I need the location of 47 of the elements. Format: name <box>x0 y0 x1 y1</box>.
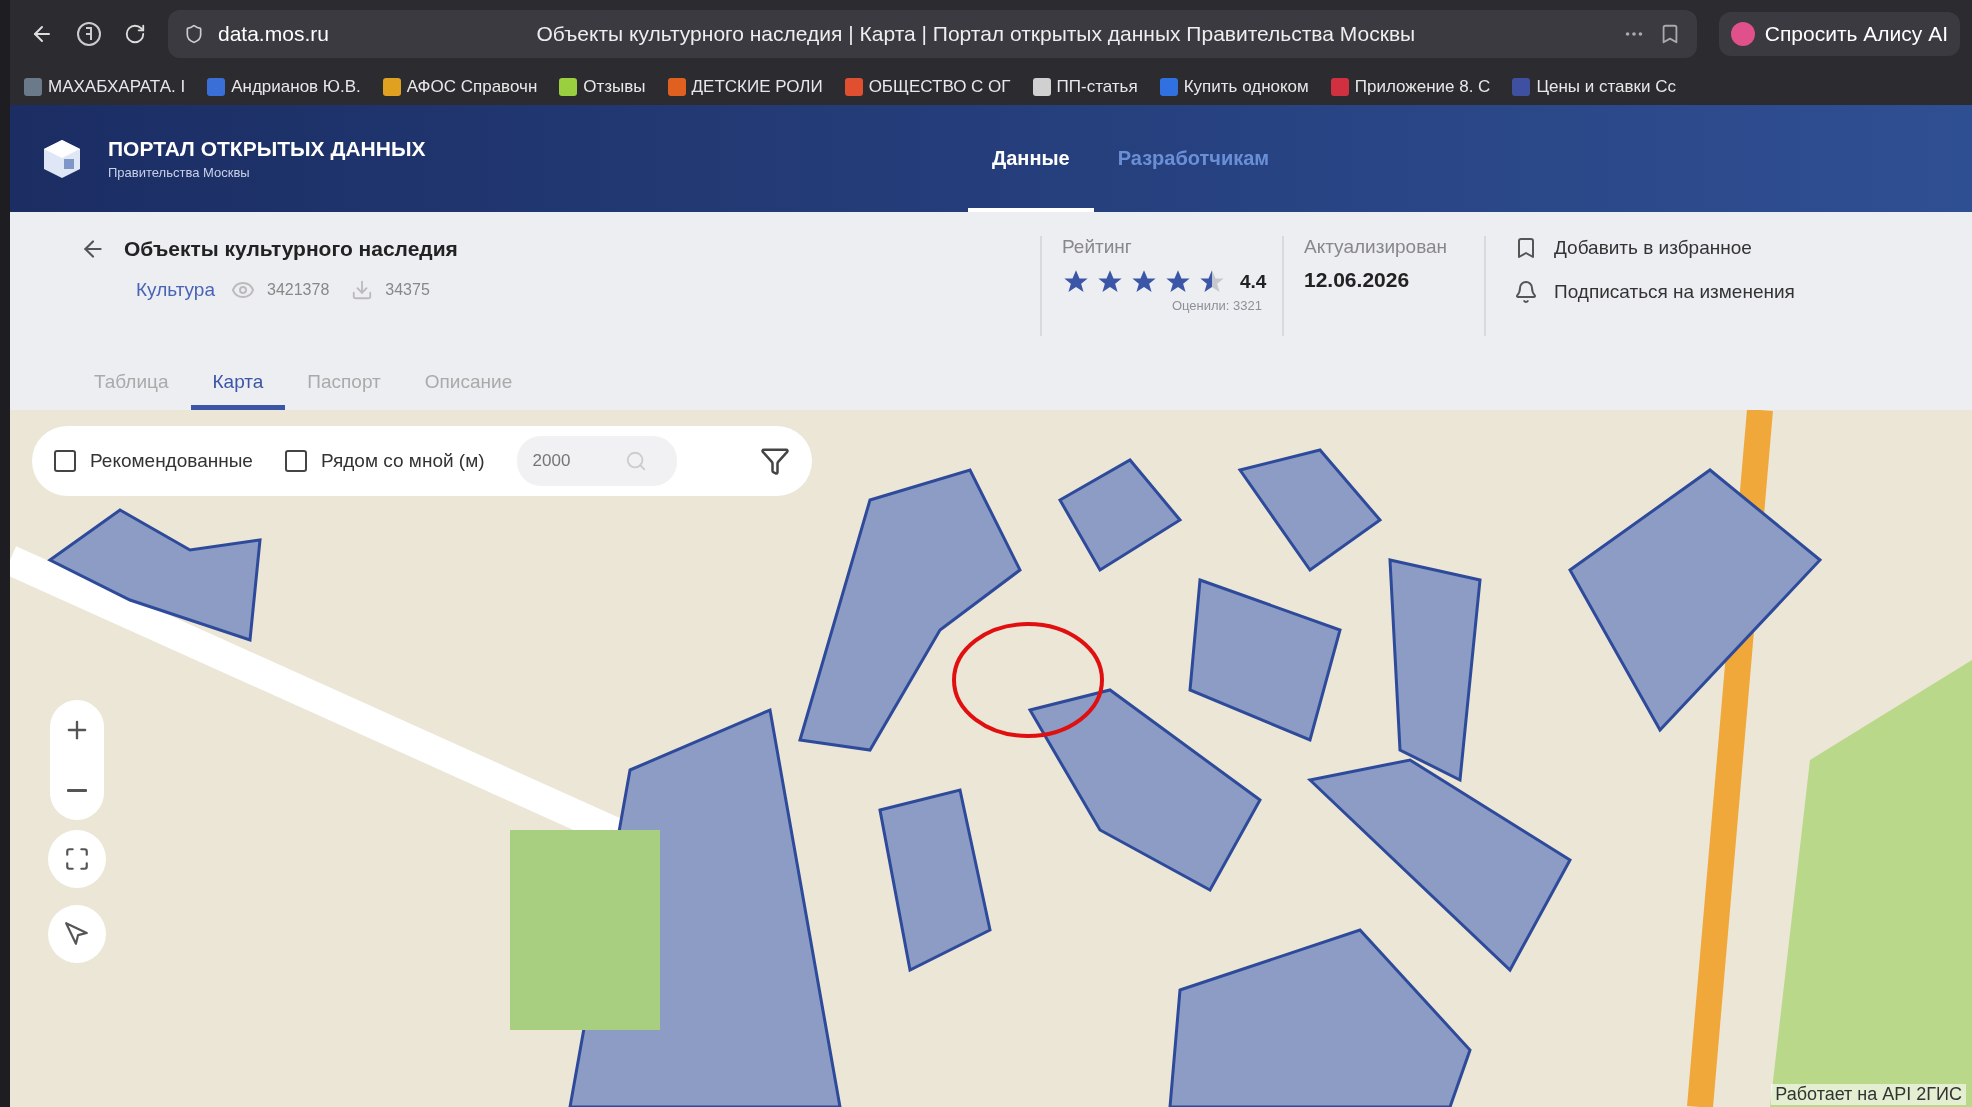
minus-icon <box>67 788 87 792</box>
bookmark-link[interactable]: Приложение 8. С <box>1330 76 1491 97</box>
bell-icon <box>1514 280 1538 304</box>
radius-input[interactable]: 2000 <box>530 450 625 472</box>
shield-icon <box>184 24 204 44</box>
checkbox[interactable] <box>54 450 76 472</box>
assistant-button[interactable]: Спросить Алису AI <box>1718 12 1960 56</box>
checkbox[interactable] <box>284 450 307 472</box>
download-icon <box>351 279 374 301</box>
filter-icon[interactable] <box>760 446 790 476</box>
assistant-icon <box>1730 22 1755 46</box>
action-link[interactable]: Подписаться на изменения <box>1514 280 1795 304</box>
page-title: Объекты культурного наследия | Карта | Портал открытых данных Правительства Москвы <box>535 22 1417 46</box>
bookmark-link[interactable]: ОБЩЕСТВО С ОГ <box>844 76 1011 97</box>
bookmark-link[interactable]: Цены и ставки Сс <box>1512 76 1676 97</box>
action-link[interactable]: Добавить в избранное <box>1514 236 1795 260</box>
portal-subtitle: Правительства Москвы <box>108 165 251 180</box>
views-count: 3421378 <box>267 281 330 299</box>
bookmark-link[interactable]: ДЕТСКИЕ РОЛИ <box>667 76 823 97</box>
portal-name: ПОРТАЛ ОТКРЫТЫХ ДАННЫХ <box>108 137 427 161</box>
dataset-title: Объекты культурного наследия <box>124 237 458 261</box>
bookmark-link[interactable]: Купить одноком <box>1159 76 1309 97</box>
filter-checkbox[interactable]: Рекомендованные <box>54 450 253 472</box>
browser-logo-icon[interactable] <box>76 21 102 47</box>
map-attribution: Работает на API 2ГИС <box>1771 1084 1966 1105</box>
updated-date: 12.06.2026 <box>1304 268 1411 292</box>
reload-icon[interactable] <box>124 23 146 45</box>
votes-count: Оценили: 3321 <box>1171 298 1262 313</box>
radius-field[interactable]: 2000 <box>516 436 677 486</box>
search-icon <box>624 450 647 472</box>
bookmark-link[interactable]: Андрианов Ю.В. <box>207 76 361 97</box>
navigation-arrow-icon <box>64 921 90 947</box>
downloads-count: 34375 <box>385 281 430 299</box>
action-label: Добавить в избранное <box>1554 237 1752 259</box>
rating-value: 4.4 <box>1240 271 1267 293</box>
rating-label: Рейтинг <box>1062 236 1133 258</box>
action-label: Подписаться на изменения <box>1554 281 1795 303</box>
bookmark-link[interactable]: Отзывы <box>559 76 646 97</box>
filter-checkbox[interactable]: Рядом со мной (м) <box>284 450 485 472</box>
bookmark-link[interactable]: МАХАБХАРАТА. I <box>24 76 186 97</box>
fullscreen-icon <box>64 846 90 872</box>
category-link[interactable]: Культура <box>136 279 215 301</box>
bookmark-link[interactable]: АФОС Справочн <box>382 76 538 97</box>
bookmark-link[interactable]: ПП-статья <box>1032 76 1138 97</box>
url-text: data.mos.ru <box>218 22 329 46</box>
updated-label: Актуализирован <box>1304 236 1449 258</box>
address-bar[interactable]: data.mos.ru Объекты культурного наследия | Карта | Портал открытых данных Правительства Москвы <box>168 10 1697 58</box>
